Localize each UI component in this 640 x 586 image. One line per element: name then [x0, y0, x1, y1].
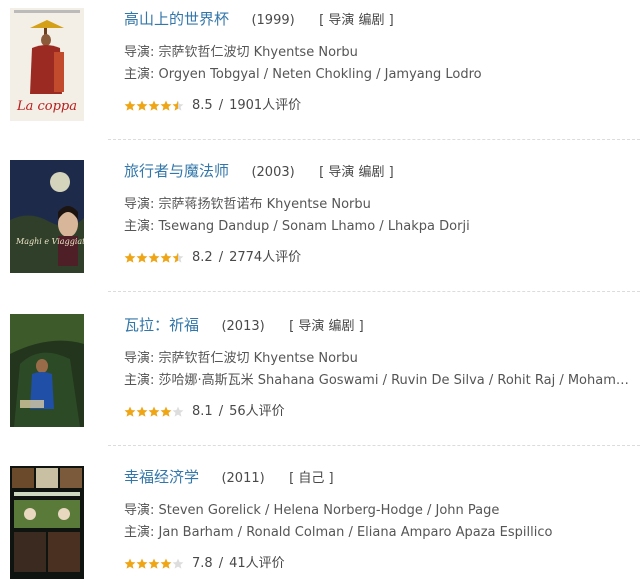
divider	[108, 291, 640, 292]
rating-stars-icon	[124, 252, 184, 264]
star-icon	[148, 406, 160, 417]
director-line: 导演: 宗萨钦哲仁波切 Khyentse Norbu	[124, 351, 358, 366]
movie-title-link[interactable]: 高山上的世界杯	[124, 10, 229, 28]
cast-line: 主演: Jan Barham / Ronald Colman / Eliana …	[124, 525, 553, 540]
star-icon	[148, 252, 160, 263]
rating-votes[interactable]: 2774人评价	[229, 250, 301, 265]
movie-year: (2003)	[251, 165, 295, 180]
movie-poster[interactable]: Maghi e Viaggiatori	[10, 160, 84, 273]
divider	[108, 445, 640, 446]
star-icon	[160, 252, 172, 263]
rating-score: 8.1	[192, 404, 213, 419]
rating-stars-icon	[124, 558, 184, 570]
movie-poster[interactable]	[10, 466, 84, 579]
movie-poster[interactable]: La coppa	[10, 8, 84, 121]
star-icon	[124, 406, 136, 417]
list-item: La coppa 高山上的世界杯 (1999) [ 导演 编剧 ] 导演: 宗萨…	[0, 8, 640, 140]
rating-score: 8.5	[192, 98, 213, 113]
list-item: 瓦拉：祈福 (2013) [ 导演 编剧 ] 导演: 宗萨钦哲仁波切 Khyen…	[0, 314, 640, 446]
poster-vara-image	[10, 314, 84, 427]
poster-la-coppa-image: La coppa	[10, 8, 84, 121]
star-icon	[124, 252, 136, 263]
movie-year: (2011)	[221, 471, 265, 486]
poster-economics-image	[10, 466, 84, 579]
star-icon	[160, 100, 172, 111]
movie-poster[interactable]	[10, 314, 84, 427]
star-icon	[124, 558, 136, 569]
poster-caption: Maghi e Viaggiatori	[15, 237, 84, 246]
star-icon	[172, 406, 184, 417]
list-item: Maghi e Viaggiatori 旅行者与魔法师 (2003) [ 导演 …	[0, 160, 640, 292]
cast-line: 主演: Tsewang Dandup / Sonam Lhamo / Lhakp…	[124, 219, 470, 234]
rating-row: 8.2/2774人评价	[124, 248, 634, 268]
director-line: 导演: Steven Gorelick / Helena Norberg-Hod…	[124, 503, 500, 518]
movie-roles: [ 导演 编剧 ]	[289, 319, 364, 334]
star-icon	[172, 100, 184, 111]
movie-year: (1999)	[251, 13, 295, 28]
movie-roles: [ 导演 编剧 ]	[319, 165, 394, 180]
rating-votes[interactable]: 1901人评价	[229, 98, 301, 113]
movie-roles: [ 导演 编剧 ]	[319, 13, 394, 28]
star-icon	[136, 252, 148, 263]
rating-score: 7.8	[192, 556, 213, 571]
star-icon	[136, 406, 148, 417]
rating-score: 8.2	[192, 250, 213, 265]
list-item: 幸福经济学 (2011) [ 自己 ] 导演: Steven Gorelick …	[0, 466, 640, 584]
divider	[108, 139, 640, 140]
movie-year: (2013)	[221, 319, 265, 334]
rating-stars-icon	[124, 100, 184, 112]
rating-row: 8.5/1901人评价	[124, 96, 634, 116]
director-line: 导演: 宗萨蒋扬钦哲诺布 Khyentse Norbu	[124, 197, 371, 212]
rating-votes[interactable]: 41人评价	[229, 556, 285, 571]
star-icon	[172, 252, 184, 263]
movie-roles: [ 自己 ]	[289, 471, 334, 486]
star-icon	[148, 558, 160, 569]
movie-title-link[interactable]: 瓦拉：祈福	[124, 316, 199, 334]
rating-stars-icon	[124, 406, 184, 418]
star-icon	[160, 558, 172, 569]
star-icon	[136, 100, 148, 111]
star-icon	[148, 100, 160, 111]
movie-title-link[interactable]: 旅行者与魔法师	[124, 162, 229, 180]
star-icon	[136, 558, 148, 569]
poster-maghi-image: Maghi e Viaggiatori	[10, 160, 84, 273]
star-icon	[172, 558, 184, 569]
poster-caption: La coppa	[16, 99, 77, 114]
rating-row: 8.1/56人评价	[124, 402, 634, 422]
movie-title-link[interactable]: 幸福经济学	[124, 468, 199, 486]
cast-line: 主演: 莎哈娜·高斯瓦米 Shahana Goswami / Ruvin De …	[124, 373, 634, 388]
filmography-list: La coppa 高山上的世界杯 (1999) [ 导演 编剧 ] 导演: 宗萨…	[0, 0, 640, 586]
rating-votes[interactable]: 56人评价	[229, 404, 285, 419]
director-line: 导演: 宗萨钦哲仁波切 Khyentse Norbu	[124, 45, 358, 60]
cast-line: 主演: Orgyen Tobgyal / Neten Chokling / Ja…	[124, 67, 482, 82]
rating-row: 7.8/41人评价	[124, 554, 634, 574]
star-icon	[160, 406, 172, 417]
star-icon	[124, 100, 136, 111]
